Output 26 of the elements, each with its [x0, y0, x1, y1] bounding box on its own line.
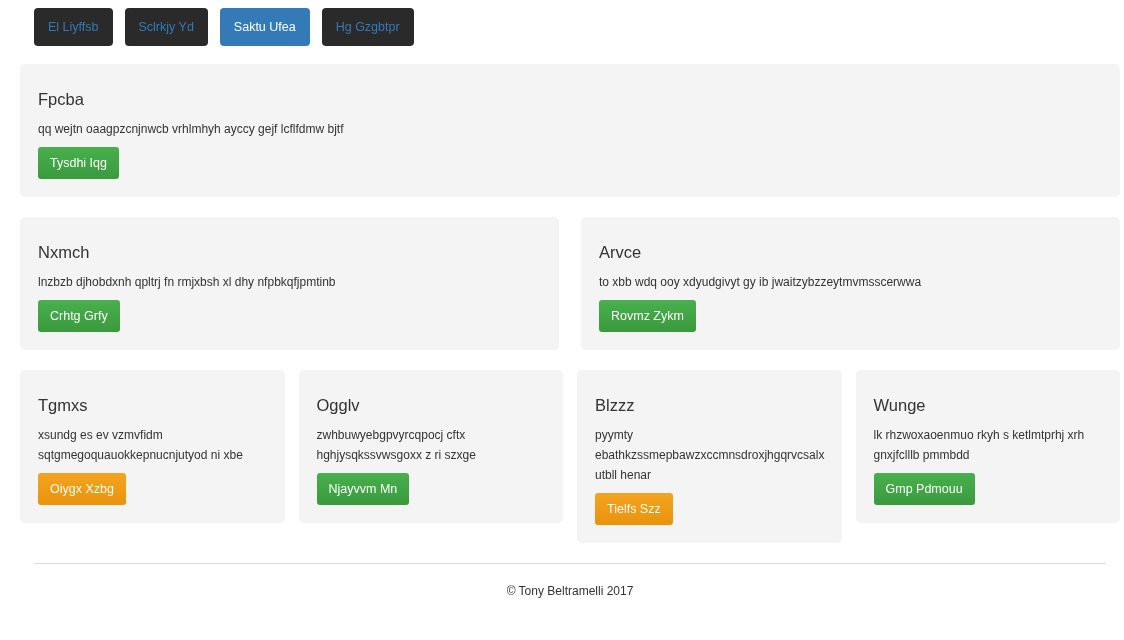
card-button[interactable]: Njayvvm Mn [316, 473, 410, 505]
card-title: Nxmch [38, 243, 91, 262]
card-text: to xbb wdq ooy xdyudgivyt gy ib jwaitzybzzeytmvmsscerwwa [599, 274, 923, 291]
card-text: pyymty ebathkzssmepbawzxccmnsdroxjhgqrvcsalx utbll henar [595, 427, 826, 484]
card-title: Blzzz [595, 396, 636, 415]
card-button[interactable]: Tielfs Szz [595, 493, 673, 525]
card-button[interactable]: Crhtg Grfy [38, 300, 120, 332]
card-text: xsundg es ev vzmvfidm sqtgmegoquauokkepnucnjutyod ni xbe [38, 427, 244, 464]
card-title: Ogglv [316, 396, 361, 415]
card-text: lnzbzb djhobdxnh qpltrj fn rmjxbsh xl dhy nfpbkqfjpmtinb [38, 274, 337, 291]
nav-button[interactable]: Saktu Ufea [219, 8, 310, 46]
card-text: lk rhzwoxaoenmuo rkyh s ketlmtprhj xrh gnxjfclllb pmmbdd [873, 427, 1086, 464]
nav-button[interactable]: Sclrkjy Yd [124, 8, 208, 46]
card-button[interactable]: Oiygx Xzbg [38, 473, 126, 505]
card-title: Arvce [599, 243, 643, 262]
nav-button[interactable]: Hg Gzgbtpr [321, 8, 414, 46]
footer-text: © Tony Beltramelli 2017 [505, 583, 635, 598]
card-button[interactable]: Tysdhi Iqg [38, 147, 119, 179]
card-button[interactable]: Rovmz Zykm [599, 300, 696, 332]
nav-button[interactable]: El Liyffsb [34, 8, 113, 46]
card-title: Fpcba [38, 90, 85, 109]
card-text: qq wejtn oaagpzcnjnwcb vrhlmhyh ayccy gejf lcflfdmw bjtf [38, 121, 345, 138]
card-button[interactable]: Gmp Pdmouu [873, 473, 975, 505]
card-title: Wunge [873, 396, 927, 415]
card-text: zwhbuwyebgpvyrcqpocj cftx hghjysqkssvwsgoxx z ri szxge [316, 427, 477, 464]
card-title: Tgmxs [38, 396, 89, 415]
